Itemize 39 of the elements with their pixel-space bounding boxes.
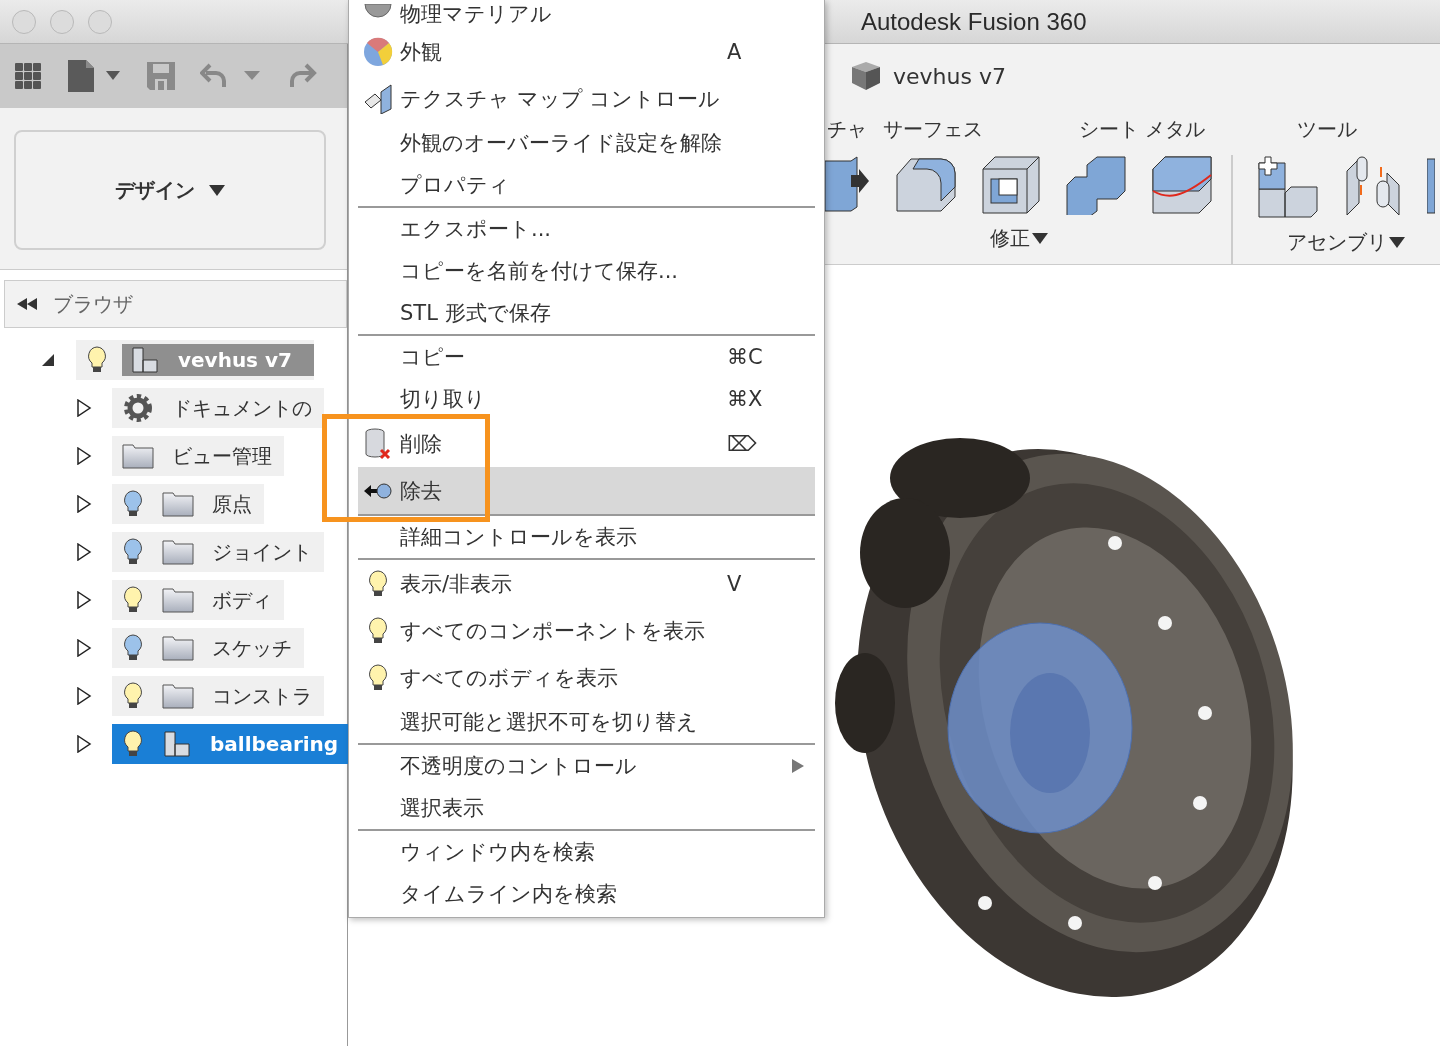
- ribbon-tab[interactable]: サーフェス: [883, 116, 983, 143]
- menu-item[interactable]: コピーを名前を付けて保存...: [358, 250, 815, 292]
- ribbon-tab[interactable]: ツール: [1297, 116, 1358, 143]
- ribbon-tab[interactable]: チャ: [827, 116, 867, 143]
- menu-item[interactable]: エクスポート...: [358, 208, 815, 250]
- menu-item[interactable]: 選択可能と選択不可を切り替え: [358, 701, 815, 743]
- menu-item[interactable]: 選択表示: [358, 787, 815, 829]
- menu-item[interactable]: 除去: [358, 467, 815, 514]
- browser-title: ブラウザ: [53, 290, 133, 318]
- menu-item[interactable]: 外観のオーバーライド設定を解除: [358, 122, 815, 164]
- menu-item[interactable]: 不透明度のコントロール: [358, 745, 815, 787]
- menu-item[interactable]: プロパティ: [358, 164, 815, 206]
- tree-item[interactable]: ジョイント: [112, 532, 324, 572]
- tree-item[interactable]: スケッチ: [112, 628, 304, 668]
- menu-item[interactable]: 詳細コントロールを表示: [358, 516, 815, 558]
- tree-item[interactable]: ballbearing: [112, 724, 351, 764]
- menu-item[interactable]: 削除 ⌦: [358, 420, 815, 467]
- tree-item[interactable]: ビュー管理: [112, 436, 284, 476]
- tool-group-dropdown[interactable]: 修正: [990, 225, 1048, 252]
- menu-item[interactable]: ウィンドウ内を検索: [358, 831, 815, 873]
- tool-group-dropdown[interactable]: アセンブリ: [1287, 229, 1405, 256]
- tree-item[interactable]: 原点: [112, 484, 264, 524]
- menu-item[interactable]: 表示/非表示 V: [358, 560, 815, 607]
- tree-item[interactable]: ドキュメントの: [112, 388, 324, 428]
- menu-item[interactable]: コピー ⌘C: [358, 336, 815, 378]
- menu-item[interactable]: テクスチャ マップ コントロール: [358, 75, 815, 122]
- menu-item[interactable]: すべてのボディを表示: [358, 654, 815, 701]
- menu-item[interactable]: すべてのコンポーネントを表示: [358, 607, 815, 654]
- workspace-dropdown[interactable]: デザイン: [14, 130, 326, 250]
- document-tab[interactable]: vevhus v7: [825, 44, 1440, 108]
- menu-item[interactable]: 物理マテリアル: [358, 0, 815, 28]
- menu-item[interactable]: STL 形式で保存: [358, 292, 815, 334]
- tree-item[interactable]: コンストラ: [112, 676, 324, 716]
- tree-item[interactable]: ボディ: [112, 580, 284, 620]
- menu-item[interactable]: タイムライン内を検索: [358, 873, 815, 915]
- menu-item[interactable]: 切り取り ⌘X: [358, 378, 815, 420]
- menu-item[interactable]: 外観 A: [358, 28, 815, 75]
- window-title: Autodesk Fusion 360: [861, 7, 1087, 36]
- ribbon-tab[interactable]: シート メタル: [1079, 116, 1206, 143]
